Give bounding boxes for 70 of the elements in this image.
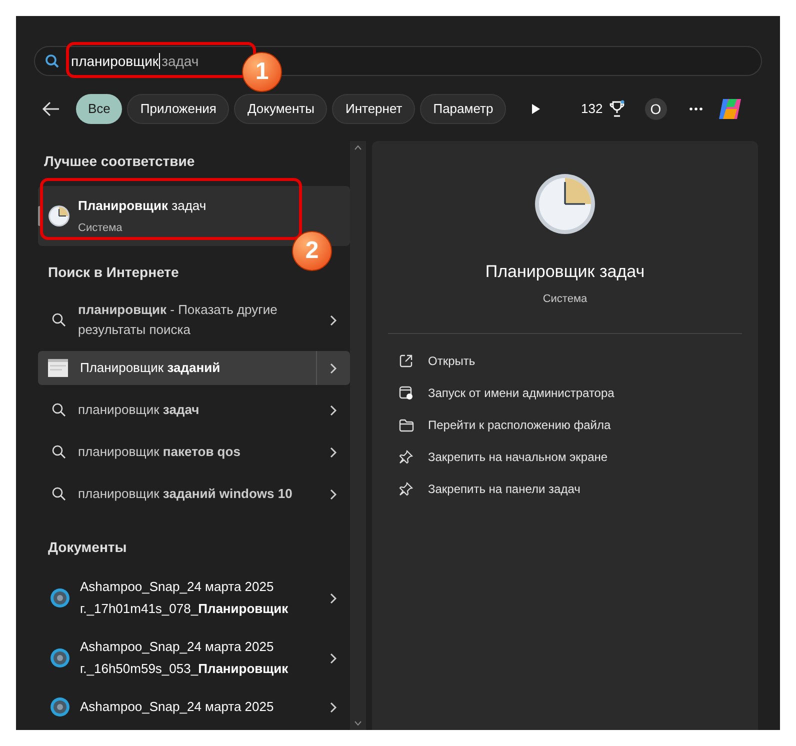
app-category: Система (542, 292, 588, 306)
document-item[interactable]: Ashampoo_Snap_24 марта 2025 г._16h50m59s_053_Планировщик (38, 636, 350, 680)
section-heading: Документы (48, 538, 128, 557)
document-item[interactable]: Ashampoo_Snap_24 марта 2025 г._17h01m41s_078_Планировщик (38, 576, 350, 620)
chevron-right-icon[interactable] (330, 652, 336, 664)
document-name: Ashampoo_Snap_24 марта 2025 (80, 698, 275, 716)
web-result-item[interactable]: планировщик задач (38, 393, 350, 427)
search-icon (52, 487, 66, 501)
web-result-item[interactable]: планировщик - Показать другие результаты поиска (38, 297, 350, 343)
filter-tab[interactable]: Параметр (420, 94, 506, 124)
search-suggestion: задач (162, 52, 199, 71)
more-icon[interactable] (688, 107, 703, 111)
chevron-right-icon[interactable] (330, 592, 336, 604)
filter-tab[interactable]: Все (76, 94, 122, 124)
search-icon (52, 313, 66, 327)
play-icon[interactable] (531, 103, 541, 115)
points-count: 132 (581, 100, 603, 118)
folder-icon (398, 418, 414, 432)
chevron-right-icon[interactable] (330, 702, 336, 712)
open-external-icon (399, 354, 413, 368)
action-item[interactable]: Перейти к расположению файла (398, 414, 732, 436)
chevron-right-icon[interactable] (330, 488, 336, 500)
chevron-right-icon[interactable] (330, 446, 336, 458)
back-arrow-icon[interactable] (42, 101, 60, 117)
app-title: Планировщик задач (485, 261, 645, 283)
document-name: Ashampoo_Snap_24 марта 2025 г._17h01m41s_078_Планировщик (80, 578, 290, 618)
search-icon (52, 445, 66, 459)
section-heading: Поиск в Интернете (48, 263, 180, 282)
clock-icon (48, 205, 70, 227)
chevron-right-icon[interactable] (330, 362, 337, 374)
search-icon (45, 54, 59, 68)
action-item[interactable]: Закрепить на панели задач (398, 478, 732, 500)
copilot-logo-icon[interactable] (716, 97, 743, 121)
filter-tab[interactable]: Интернет (332, 94, 416, 124)
filter-tab[interactable]: Документы (234, 94, 328, 124)
scrollbar[interactable] (350, 141, 366, 730)
webpage-thumbnail-icon (48, 359, 68, 377)
app-name: Планировщик задач (78, 197, 206, 215)
pin-icon (399, 482, 413, 496)
trophy-icon[interactable] (608, 100, 625, 118)
web-result-item[interactable]: планировщик пакетов qos (38, 435, 350, 469)
image-file-icon (50, 697, 70, 717)
filter-tab[interactable]: Приложения (127, 94, 230, 124)
document-name: Ashampoo_Snap_24 марта 2025 г._16h50m59s_053_Планировщик (80, 638, 290, 678)
scroll-down-icon[interactable] (354, 721, 362, 726)
app-category: Система (78, 220, 124, 236)
window-shield-icon (399, 386, 413, 400)
section-heading: Лучшее соответствие (44, 152, 196, 171)
result-text: планировщик пакетов qos (78, 443, 242, 461)
image-file-icon (50, 648, 70, 668)
action-item[interactable]: Открыть (398, 350, 732, 372)
selection-indicator (38, 206, 41, 226)
clock-icon (534, 173, 596, 235)
web-result-item[interactable]: Планировщик заданий (38, 351, 350, 385)
chevron-right-icon[interactable] (330, 404, 336, 416)
image-file-icon (50, 588, 70, 608)
result-text: планировщик заданий windows 10 (78, 485, 294, 503)
document-item[interactable]: Ashampoo_Snap_24 марта 2025 (38, 696, 350, 718)
result-text: Планировщик заданий (80, 359, 222, 377)
web-result-item[interactable]: планировщик заданий windows 10 (38, 477, 350, 511)
search-icon (52, 403, 66, 417)
chevron-right-icon[interactable] (330, 314, 336, 326)
result-text: планировщик - Показать другие результаты поиска (78, 301, 278, 339)
search-query: планировщик (71, 52, 159, 71)
result-text: планировщик задач (78, 401, 200, 419)
scroll-up-icon[interactable] (354, 145, 362, 150)
action-item[interactable]: Закрепить на начальном экране (398, 446, 732, 468)
pin-icon (399, 450, 413, 464)
account-avatar[interactable]: O (644, 98, 667, 120)
action-item[interactable]: Запуск от имени администратора (398, 382, 732, 404)
